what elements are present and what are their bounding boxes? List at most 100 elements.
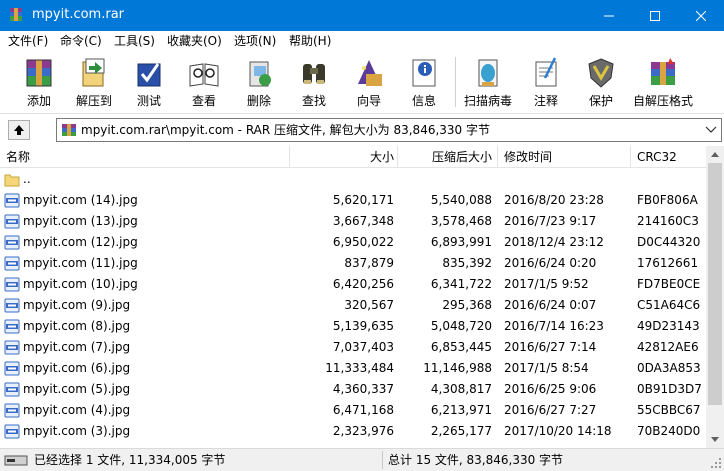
file-packed-size: 6,893,991 <box>430 235 492 249</box>
file-row[interactable]: mpyit.com (8).jpg 5,139,635 5,048,720 2016/… <box>0 316 706 337</box>
file-packed-size: 3,578,468 <box>430 214 492 228</box>
column-divider[interactable] <box>630 146 631 168</box>
path-field[interactable]: mpyit.com.rar\mpyit.com - RAR 压缩文件, 解包大小… <box>56 118 722 142</box>
virus-scan-button[interactable]: 扫描病毒 <box>460 54 516 112</box>
add-archive-icon <box>26 59 52 87</box>
file-modified: 2017/1/5 8:54 <box>504 361 589 375</box>
file-row[interactable]: mpyit.com (11).jpg 837,879 835,392 2016/6/2… <box>0 253 706 274</box>
sfx-label: 自解压格式 <box>632 94 693 108</box>
file-modified: 2016/7/23 9:17 <box>504 214 597 228</box>
file-list: 名称 大小 压缩后大小 修改时间 CRC32 .. mpyit.com (14)… <box>0 146 706 448</box>
close-icon <box>696 10 706 21</box>
minimize-icon <box>604 15 614 16</box>
toolbar: 添加 解压到 测试 查看 删除 查找 向导 信息 扫描病毒 注释 保护 自解压格… <box>0 51 724 114</box>
file-name: mpyit.com (6).jpg <box>23 361 131 375</box>
file-name: mpyit.com (14).jpg <box>23 193 138 207</box>
menu-help[interactable]: 帮助(H) <box>289 31 331 51</box>
file-row[interactable]: mpyit.com (6).jpg 11,333,484 11,146,988 201… <box>0 358 706 379</box>
status-bar: 已经选择 1 文件, 11,334,005 字节 总计 15 文件, 83,84… <box>0 448 724 471</box>
file-modified: 2016/8/20 23:28 <box>504 193 604 207</box>
delete-icon <box>249 61 271 87</box>
sfx-button[interactable]: 自解压格式 <box>633 54 693 112</box>
file-row[interactable]: mpyit.com (14).jpg 5,620,171 5,540,088 2016… <box>0 190 706 211</box>
virus-scan-icon <box>478 59 498 87</box>
winrar-app-icon <box>10 8 22 21</box>
file-modified: 2016/7/14 16:23 <box>504 319 604 333</box>
jpg-file-icon <box>4 319 20 334</box>
file-row[interactable]: mpyit.com (7).jpg 7,037,403 6,853,445 2016/… <box>0 337 706 358</box>
file-crc32: FD7BE0CE <box>637 277 701 291</box>
menu-favorites[interactable]: 收藏夹(O) <box>167 31 222 51</box>
file-row[interactable]: mpyit.com (9).jpg 320,567 295,368 2016/6/24… <box>0 295 706 316</box>
maximize-button[interactable] <box>632 0 678 31</box>
jpg-file-icon <box>4 298 20 313</box>
file-size: 5,620,171 <box>332 193 394 207</box>
file-crc32: 0DA3A853 <box>637 361 701 375</box>
file-packed-size: 11,146,988 <box>423 361 492 375</box>
file-crc32: D0C44320 <box>637 235 701 249</box>
scroll-up-button[interactable] <box>706 146 724 163</box>
file-modified: 2017/1/5 9:52 <box>504 277 589 291</box>
jpg-file-icon <box>4 235 20 250</box>
menu-file[interactable]: 文件(F) <box>8 31 48 51</box>
file-size: 837,879 <box>344 256 394 270</box>
extract-to-icon <box>82 58 105 87</box>
menu-options[interactable]: 选项(N) <box>234 31 276 51</box>
chevron-down-icon[interactable] <box>705 125 717 135</box>
menu-tools[interactable]: 工具(S) <box>114 31 155 51</box>
jpg-file-icon <box>4 256 20 271</box>
column-packed-size[interactable]: 压缩后大小 <box>398 146 492 168</box>
file-size: 7,037,403 <box>332 340 394 354</box>
info-icon <box>412 59 436 87</box>
column-divider[interactable] <box>497 146 498 168</box>
vertical-scrollbar[interactable] <box>706 146 724 448</box>
file-modified: 2016/6/27 7:14 <box>504 340 597 354</box>
folder-icon <box>4 174 20 187</box>
file-crc32: C51A64C6 <box>637 298 701 312</box>
total-status: 总计 15 文件, 83,846,330 字节 <box>388 453 564 467</box>
column-header-row: 名称 大小 压缩后大小 修改时间 CRC32 <box>0 146 706 168</box>
file-name: mpyit.com (13).jpg <box>23 214 138 228</box>
file-packed-size: 5,540,088 <box>430 193 492 207</box>
file-name: mpyit.com (7).jpg <box>23 340 131 354</box>
file-name: mpyit.com (12).jpg <box>23 235 138 249</box>
up-one-level-button[interactable] <box>8 120 30 140</box>
file-name: mpyit.com (8).jpg <box>23 319 131 333</box>
address-bar: mpyit.com.rar\mpyit.com - RAR 压缩文件, 解包大小… <box>0 114 724 146</box>
jpg-file-icon <box>4 193 20 208</box>
file-modified: 2016/6/25 9:06 <box>504 382 597 396</box>
chevron-down-icon <box>711 437 719 442</box>
file-packed-size: 835,392 <box>442 256 492 270</box>
file-row[interactable]: mpyit.com (10).jpg 6,420,256 6,341,722 2017… <box>0 274 706 295</box>
info-label: 信息 <box>411 94 436 108</box>
close-button[interactable] <box>678 0 724 31</box>
view-icon <box>189 63 219 87</box>
file-row[interactable]: mpyit.com (12).jpg 6,950,022 6,893,991 2018… <box>0 232 706 253</box>
file-row[interactable]: mpyit.com (5).jpg 4,360,337 4,308,817 2016/… <box>0 379 706 400</box>
file-size: 5,139,635 <box>332 319 394 333</box>
file-row[interactable]: mpyit.com (3).jpg 2,323,976 2,265,177 2017/… <box>0 421 706 442</box>
file-row[interactable]: mpyit.com (13).jpg 3,667,348 3,578,468 2016… <box>0 211 706 232</box>
menu-commands[interactable]: 命令(C) <box>60 31 102 51</box>
file-packed-size: 5,048,720 <box>430 319 492 333</box>
jpg-file-icon <box>4 361 20 376</box>
file-row[interactable]: mpyit.com (4).jpg 6,471,168 6,213,971 2016/… <box>0 400 706 421</box>
jpg-file-icon <box>4 214 20 229</box>
column-name[interactable]: 名称 <box>6 146 30 168</box>
file-size: 2,323,976 <box>332 424 394 438</box>
scroll-down-button[interactable] <box>706 431 724 448</box>
column-size[interactable]: 大小 <box>290 146 394 168</box>
scroll-thumb[interactable] <box>708 163 722 405</box>
info-button[interactable]: 信息 <box>396 54 452 112</box>
file-size: 11,333,484 <box>325 361 394 375</box>
parent-folder-row[interactable]: .. <box>0 169 706 190</box>
minimize-button[interactable] <box>586 0 632 31</box>
file-crc32: 42812AE6 <box>637 340 699 354</box>
protect-button[interactable]: 保护 <box>573 54 629 112</box>
file-size: 4,360,337 <box>332 382 394 396</box>
column-modified[interactable]: 修改时间 <box>504 146 552 168</box>
archive-icon <box>62 124 76 136</box>
jpg-file-icon <box>4 277 20 292</box>
resize-grip-icon[interactable] <box>710 457 722 469</box>
column-crc32[interactable]: CRC32 <box>637 146 677 168</box>
